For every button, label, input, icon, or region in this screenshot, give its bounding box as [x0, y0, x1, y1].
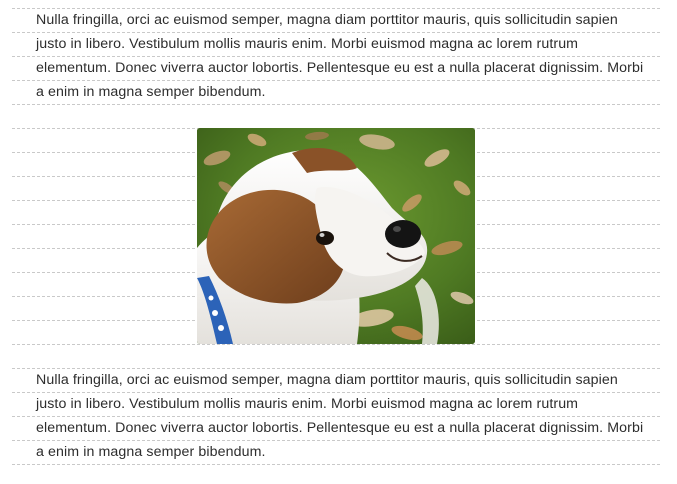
ruled-line: [12, 344, 660, 345]
ruled-line: [12, 104, 660, 105]
ruled-line: [12, 464, 660, 465]
paragraph-top: Nulla fringilla, orci ac euismod semper,…: [36, 12, 644, 100]
paragraph-bottom: Nulla fringilla, orci ac euismod semper,…: [36, 372, 644, 460]
dog-photo: [197, 128, 475, 344]
ruled-page: Nulla fringilla, orci ac euismod semper,…: [12, 8, 660, 472]
dog-image: [197, 128, 475, 344]
